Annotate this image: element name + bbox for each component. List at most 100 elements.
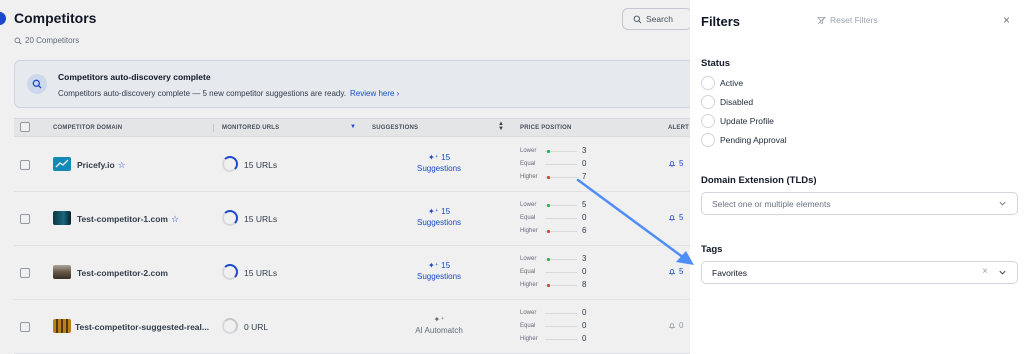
competitor-domain[interactable]: Test-competitor-suggested-real... [75, 322, 212, 332]
reset-filters-button[interactable]: Reset Filters [817, 15, 878, 25]
price-position: Lower 0 Equal 0 Higher 0 [520, 307, 600, 346]
monitored-urls[interactable]: 0 URL [244, 322, 268, 332]
domain-extension-placeholder: Select one or multiple elements [712, 198, 831, 209]
column-divider [213, 124, 214, 132]
search-button[interactable]: Search [622, 8, 690, 30]
status-option-pending-approval[interactable]: Pending Approval [701, 133, 787, 147]
competitors-page: Competitors 20 Competitors Search Compet… [0, 0, 690, 354]
banner-text: Competitors auto-discovery complete — 5 … [58, 89, 399, 98]
status-option-label: Disabled [720, 97, 754, 107]
suggestion-label: Suggestions [416, 164, 462, 173]
price-label-lower: Lower [520, 256, 537, 262]
progress-ring-icon [222, 156, 238, 172]
radio-button[interactable] [701, 95, 715, 109]
radio-button[interactable] [701, 133, 715, 147]
price-label-lower: Lower [520, 148, 537, 154]
table-row[interactable]: Test-competitor-1.com ☆ 15 URLs ✦⁺ 15 Sug… [14, 192, 690, 246]
suggestion-label: Suggestions [416, 272, 462, 281]
sort-updown-icon[interactable]: ▲ ▼ [498, 121, 504, 132]
competitor-count-text: 20 Competitors [25, 36, 80, 45]
monitored-urls[interactable]: 15 URLs [244, 268, 277, 278]
domain-text[interactable]: Test-competitor-2.com [77, 268, 168, 278]
monitored-urls[interactable]: 15 URLs [244, 160, 277, 170]
suggestions-link[interactable]: ✦⁺ 15 Suggestions [404, 206, 474, 228]
domain-extension-select[interactable]: Select one or multiple elements [701, 192, 1018, 215]
discovery-banner: Competitors auto-discovery complete Comp… [14, 60, 690, 108]
progress-ring-icon [222, 210, 238, 226]
sort-desc-icon[interactable]: ▼ [350, 124, 356, 130]
competitor-domain[interactable]: Test-competitor-2.com [77, 268, 171, 278]
col-competitor-domain[interactable]: COMPETITOR DOMAIN [53, 125, 122, 131]
review-link[interactable]: Review here › [350, 89, 399, 98]
suggestion-label: AI Automatch [415, 326, 463, 335]
suggestion-label: Suggestions [416, 218, 462, 227]
table-header: COMPETITOR DOMAIN MONITORED URLS ▼ SUGGE… [14, 118, 690, 137]
star-icon[interactable]: ☆ [118, 160, 126, 170]
progress-ring-icon [222, 318, 238, 334]
price-equal-value: 0 [582, 213, 587, 222]
monitored-urls[interactable]: 15 URLs [244, 214, 277, 224]
col-alert[interactable]: ALERT [668, 125, 689, 131]
close-icon[interactable]: × [1003, 14, 1010, 26]
status-option-label: Pending Approval [720, 135, 787, 145]
table-row[interactable]: Test-competitor-suggested-real... 0 URL … [14, 300, 690, 354]
competitor-count: 20 Competitors [14, 36, 79, 45]
row-checkbox[interactable] [20, 322, 30, 332]
bell-icon [668, 214, 676, 221]
price-label-equal: Equal [520, 323, 536, 329]
bell-icon [668, 160, 676, 167]
price-lower-value: 5 [582, 200, 587, 209]
chevron-down-icon[interactable] [998, 268, 1007, 277]
col-suggestions[interactable]: SUGGESTIONS [372, 125, 418, 131]
price-position: Lower 3 Equal 0 Higher 8 [520, 253, 600, 292]
table-row[interactable]: Pricefy.io ☆ 15 URLs ✦⁺ 15 Suggestions Lo… [14, 138, 690, 192]
bell-icon [668, 268, 676, 275]
price-label-equal: Equal [520, 161, 536, 167]
sparkle-icon: ✦⁺ [433, 315, 445, 324]
col-monitored-urls[interactable]: MONITORED URLS [222, 125, 279, 131]
competitor-domain[interactable]: Pricefy.io ☆ [77, 160, 126, 171]
sparkle-icon: ✦⁺ [427, 153, 439, 162]
suggestions-link[interactable]: ✦⁺ 15 Suggestions [404, 152, 474, 174]
progress-ring-icon [222, 264, 238, 280]
domain-text[interactable]: Test-competitor-1.com [77, 214, 168, 224]
domain-text[interactable]: Pricefy.io [77, 160, 115, 170]
domain-extension-title: Domain Extension (TLDs) [701, 175, 817, 186]
search-label: Search [646, 14, 673, 24]
tags-select[interactable]: Favorites × [701, 261, 1018, 284]
alert-count[interactable]: 5 [668, 267, 683, 276]
star-icon[interactable]: ☆ [171, 214, 179, 224]
radio-button[interactable] [701, 114, 715, 128]
status-option-update-profile[interactable]: Update Profile [701, 114, 774, 128]
select-all-checkbox[interactable] [20, 122, 30, 132]
price-higher-value: 0 [582, 334, 587, 343]
alert-count[interactable]: 0 [668, 321, 683, 330]
alert-count[interactable]: 5 [668, 159, 683, 168]
reset-filters-label: Reset Filters [830, 15, 878, 25]
ai-automatch-link[interactable]: ✦⁺ AI Automatch [404, 314, 474, 336]
radio-button[interactable] [701, 76, 715, 90]
price-equal-value: 0 [582, 267, 587, 276]
price-label-equal: Equal [520, 269, 536, 275]
domain-text[interactable]: Test-competitor-suggested-real... [75, 322, 209, 332]
competitor-domain[interactable]: Test-competitor-1.com ☆ [77, 214, 179, 225]
col-price-position[interactable]: PRICE POSITION [520, 125, 571, 131]
price-equal-value: 0 [582, 159, 587, 168]
bell-icon [668, 322, 676, 329]
table-row[interactable]: Test-competitor-2.com 15 URLs ✦⁺ 15 Sugg… [14, 246, 690, 300]
row-checkbox[interactable] [20, 160, 30, 170]
competitor-logo [53, 319, 71, 333]
row-checkbox[interactable] [20, 214, 30, 224]
status-option-disabled[interactable]: Disabled [701, 95, 753, 109]
clear-tags-icon[interactable]: × [982, 266, 988, 277]
suggestion-count: 15 [441, 153, 451, 162]
suggestions-link[interactable]: ✦⁺ 15 Suggestions [404, 260, 474, 282]
price-label-higher: Higher [520, 336, 538, 342]
row-checkbox[interactable] [20, 268, 30, 278]
status-option-active[interactable]: Active [701, 76, 743, 90]
price-lower-value: 0 [582, 308, 587, 317]
price-label-lower: Lower [520, 202, 537, 208]
price-label-higher: Higher [520, 282, 538, 288]
alert-count[interactable]: 5 [668, 213, 683, 222]
price-label-higher: Higher [520, 174, 538, 180]
